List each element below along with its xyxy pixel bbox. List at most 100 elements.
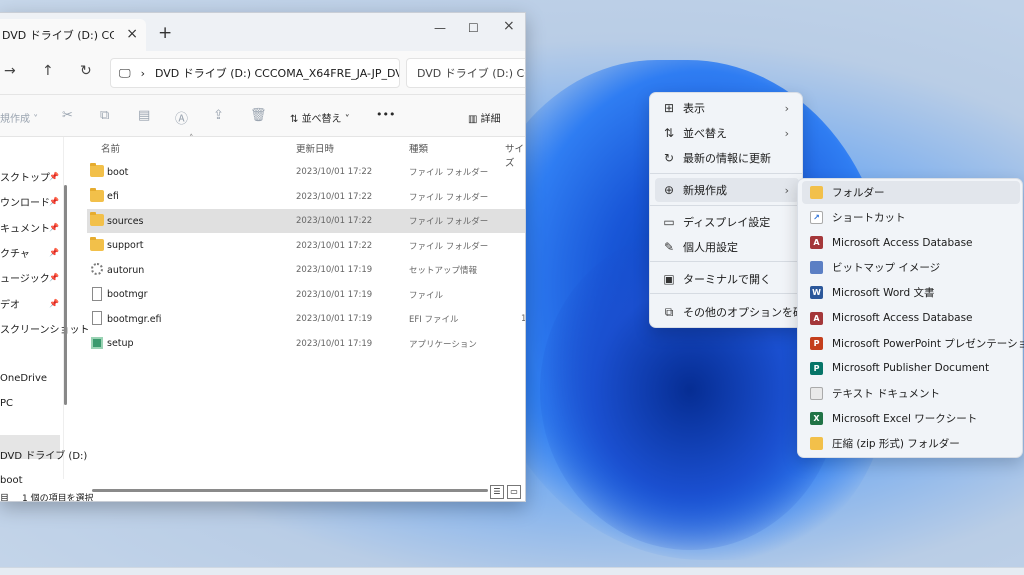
- submenu-item[interactable]: X Microsoft Excel ワークシート: [802, 407, 1020, 430]
- menu-item[interactable]: ✎ 個人用設定: [655, 235, 799, 259]
- explorer-tab[interactable]: DVD ドライブ (D:) CCCOMA_X64 ×: [0, 19, 146, 51]
- selection-status: 1 個の項目を選択: [22, 494, 94, 502]
- search-field[interactable]: DVD ドライブ (D:) CCCO: [406, 58, 525, 88]
- sidebar-item[interactable]: キュメント 📌: [0, 218, 59, 236]
- shortcut-icon: ↗: [810, 211, 823, 225]
- sidebar-item[interactable]: boot: [0, 471, 23, 489]
- submenu-item-label: Microsoft Access Database: [832, 236, 973, 249]
- file-row[interactable]: bootmgr 2023/10/01 17:19 ファイル: [87, 283, 525, 307]
- sidebar-item-label: boot: [0, 474, 23, 486]
- new-button[interactable]: 規作成 ˅: [0, 110, 38, 125]
- file-type: ファイル フォルダー: [409, 168, 489, 178]
- sort-arrow-icon: ˄: [189, 134, 194, 144]
- sidebar-item-label: ウンロード: [0, 197, 50, 209]
- submenu-item-label: 圧縮 (zip 形式) フォルダー: [832, 438, 960, 450]
- sidebar-item[interactable]: スクトップ 📌: [0, 167, 59, 185]
- menu-item[interactable]: ▭ ディスプレイ設定: [655, 210, 799, 234]
- chevron-right-icon: ›: [784, 183, 789, 197]
- file-type: EFI ファイル: [409, 315, 459, 325]
- submenu-item[interactable]: P Microsoft PowerPoint プレゼンテーション: [802, 332, 1024, 355]
- sidebar-item[interactable]: ウンロード 📌: [0, 192, 59, 210]
- close-window-icon[interactable]: ×: [503, 18, 515, 34]
- new-item-submenu: フォルダー ↗ ショートカット A Microsoft Access Database ビ…: [797, 178, 1024, 458]
- file-icon: [92, 311, 102, 325]
- file-name: efi: [107, 191, 119, 202]
- submenu-item[interactable]: W Microsoft Word 文書: [802, 281, 1020, 304]
- menu-item[interactable]: ↻ 最新の情報に更新: [655, 146, 799, 170]
- column-header-date[interactable]: 更新日時: [296, 141, 334, 155]
- details-pane-button[interactable]: ▥ 詳細: [468, 110, 501, 125]
- file-row[interactable]: bootmgr.efi 2023/10/01 17:19 EFI ファイル 1: [87, 307, 525, 331]
- submenu-item[interactable]: A Microsoft Access Database: [802, 231, 1020, 254]
- tab-close-icon[interactable]: ×: [126, 26, 138, 42]
- file-row[interactable]: boot 2023/10/01 17:22 ファイル フォルダー: [87, 160, 525, 184]
- sidebar-item[interactable]: クチャ 📌: [0, 243, 59, 261]
- file-type: セットアップ情報: [409, 266, 478, 276]
- chevron-right-icon: ›: [784, 126, 789, 140]
- sidebar-item[interactable]: OneDrive: [0, 369, 47, 387]
- sidebar-item[interactable]: ュージック 📌: [0, 268, 59, 286]
- maximize-icon[interactable]: ☐: [468, 21, 479, 35]
- details-view-icon[interactable]: ☰: [490, 485, 504, 499]
- new-tab-icon[interactable]: +: [158, 23, 172, 43]
- menu-item[interactable]: ▣ ターミナルで開く: [655, 267, 799, 291]
- chevron-right-icon: ›: [140, 66, 145, 80]
- file-date: 2023/10/01 17:22: [296, 167, 373, 177]
- brush-icon: ✎: [663, 240, 675, 254]
- tiles-view-icon[interactable]: ▭: [507, 485, 521, 499]
- delete-icon[interactable]: 🗑: [250, 108, 267, 123]
- submenu-item[interactable]: 圧縮 (zip 形式) フォルダー: [802, 432, 1020, 455]
- file-date: 2023/10/01 17:22: [296, 191, 373, 202]
- paste-icon[interactable]: ▤: [138, 108, 150, 123]
- more-options-icon: ⧉: [664, 304, 674, 319]
- file-row[interactable]: support 2023/10/01 17:22 ファイル フォルダー: [87, 234, 525, 258]
- file-list: 名前 ˄ 更新日時 種類 サイズ boot 2023/10/01 17:22 ファイ…: [77, 134, 525, 479]
- up-icon[interactable]: ↑: [42, 63, 54, 79]
- menu-separator: [650, 173, 802, 174]
- submenu-item[interactable]: フォルダー: [802, 181, 1020, 204]
- menu-separator: [650, 205, 802, 206]
- refresh-icon[interactable]: ↻: [80, 63, 92, 79]
- file-row[interactable]: efi 2023/10/01 17:22 ファイル フォルダー: [87, 185, 525, 209]
- address-bar-area: → ↑ ↻ 🖵 › DVD ドライブ (D:) CCCOMA_X64FRE_JA…: [0, 51, 525, 95]
- file-row[interactable]: setup 2023/10/01 17:19 アプリケーション: [87, 332, 525, 356]
- more-button[interactable]: •••: [376, 108, 395, 121]
- menu-item[interactable]: ⇅ 並べ替え ›: [655, 121, 799, 145]
- file-row[interactable]: sources 2023/10/01 17:22 ファイル フォルダー: [87, 209, 525, 233]
- submenu-item[interactable]: P Microsoft Publisher Document: [802, 357, 1020, 380]
- cut-icon[interactable]: ✂: [62, 108, 73, 123]
- submenu-item[interactable]: A Microsoft Access Database: [802, 307, 1020, 330]
- sidebar-item[interactable]: デオ 📌: [0, 294, 59, 312]
- copy-icon[interactable]: ⧉: [100, 108, 109, 123]
- forward-icon[interactable]: →: [4, 63, 16, 79]
- sidebar-item[interactable]: PC: [0, 394, 13, 412]
- minimize-icon[interactable]: —: [434, 21, 446, 35]
- sidebar-item-label: キュメント: [0, 223, 50, 235]
- sidebar-item[interactable]: DVD ドライブ (D:): [0, 445, 87, 463]
- menu-item-label: 新規作成: [683, 184, 727, 197]
- menu-item[interactable]: ⊞ 表示 ›: [655, 96, 799, 120]
- menu-item[interactable]: ⊕ 新規作成 ›: [655, 178, 799, 202]
- share-icon[interactable]: ⇪: [213, 108, 224, 123]
- sidebar-scrollbar[interactable]: [64, 185, 67, 405]
- pin-icon: 📌: [49, 196, 59, 206]
- file-type: アプリケーション: [409, 339, 477, 350]
- submenu-item[interactable]: テキスト ドキュメント: [802, 382, 1020, 405]
- sort-button[interactable]: ⇅ 並べ替え ˅: [290, 110, 350, 125]
- column-header-name[interactable]: 名前: [101, 141, 120, 155]
- bitmap-icon: [810, 261, 823, 275]
- view-toggle: ☰ ▭: [490, 485, 521, 499]
- rename-icon[interactable]: Ⓐ: [175, 108, 188, 127]
- file-name: setup: [107, 338, 134, 349]
- powerpoint-icon: P: [810, 336, 823, 350]
- column-header-type[interactable]: 種類: [409, 141, 428, 155]
- submenu-item[interactable]: ビットマップ イメージ: [802, 256, 1020, 279]
- submenu-item[interactable]: ↗ ショートカット: [802, 206, 1020, 229]
- folder-icon: [90, 236, 104, 251]
- gear-icon: [91, 263, 103, 275]
- access-icon: A: [810, 236, 823, 250]
- menu-item[interactable]: ⧉ その他のオプションを確認: [655, 300, 815, 324]
- menu-item-label: 表示: [683, 102, 705, 115]
- file-row[interactable]: autorun 2023/10/01 17:19 セットアップ情報: [87, 258, 525, 282]
- address-field[interactable]: 🖵 › DVD ドライブ (D:) CCCOMA_X64FRE_JA-JP_DV: [110, 58, 400, 88]
